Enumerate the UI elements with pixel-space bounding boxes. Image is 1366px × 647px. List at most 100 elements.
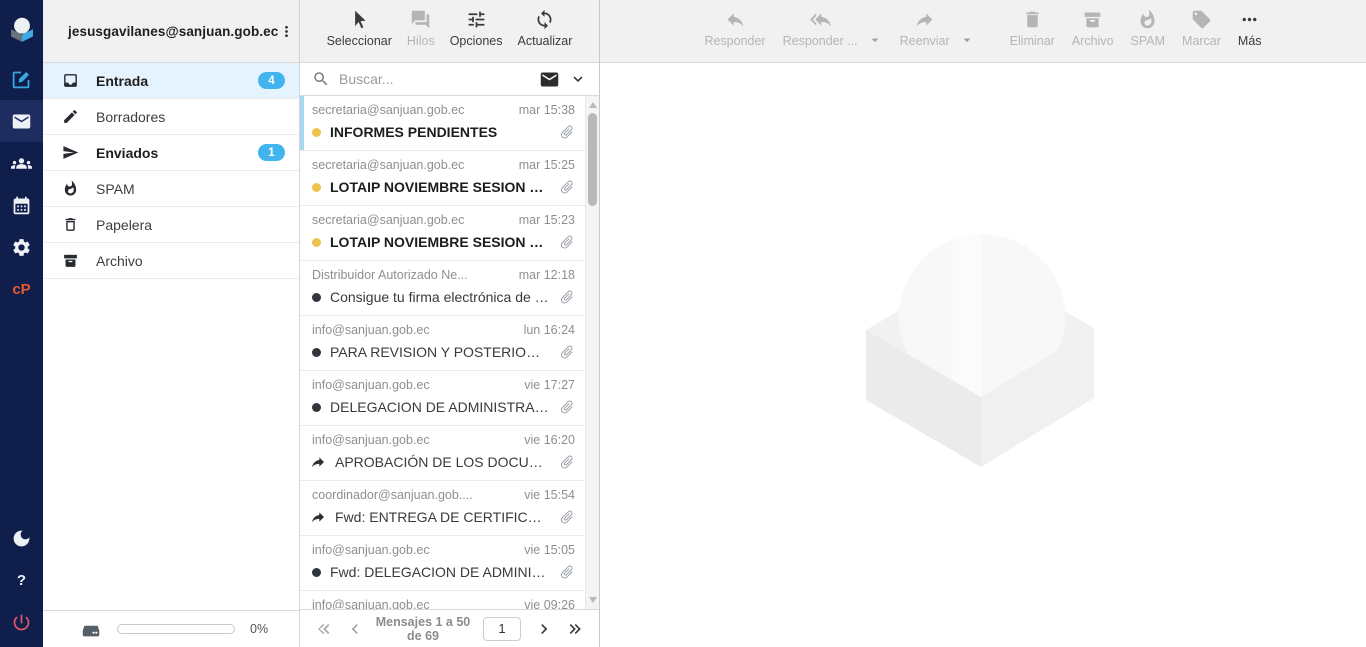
- read-dot-icon: [312, 568, 321, 577]
- folders-panel: jesusgavilanes@sanjuan.gob.ec Entrada4Bo…: [43, 0, 300, 647]
- search-icon: [312, 70, 330, 88]
- toolbar-button-m-s[interactable]: Más: [1238, 9, 1262, 48]
- compose-button[interactable]: [0, 58, 43, 100]
- message-sender: info@sanjuan.gob.ec: [312, 378, 430, 392]
- cpanel-button[interactable]: cP: [0, 268, 43, 310]
- unread-dot-icon: [312, 238, 321, 247]
- message-sender: info@sanjuan.gob.ec: [312, 598, 430, 609]
- settings-button[interactable]: [0, 226, 43, 268]
- folder-item-enviados[interactable]: Enviados1: [43, 135, 299, 171]
- calendar-icon: [11, 195, 32, 216]
- message-subject: INFORMES PENDIENTES: [330, 124, 550, 140]
- attachment-paperclip-icon: [556, 396, 579, 419]
- toolbar-caret-responder[interactable]: [867, 32, 883, 48]
- toolbar-button-label: Responder ...: [783, 34, 858, 48]
- toolbar-caret-reenviar[interactable]: [959, 32, 975, 48]
- folder-item-entrada[interactable]: Entrada4: [43, 63, 299, 99]
- unread-dot-icon: [312, 183, 321, 192]
- account-menu-button[interactable]: [278, 19, 295, 43]
- trash-icon: [62, 216, 79, 233]
- message-time: vie 09:26: [524, 598, 575, 609]
- unread-dot-icon: [312, 128, 321, 137]
- message-row[interactable]: Distribuidor Autorizado Ne...mar 12:18Co…: [300, 261, 585, 316]
- toolbar-button-responder[interactable]: Responder: [704, 9, 765, 48]
- message-row[interactable]: coordinador@sanjuan.gob....vie 15:54Fwd:…: [300, 481, 585, 536]
- scrollbar-down-arrow[interactable]: [589, 597, 597, 603]
- watermark-logo: [864, 230, 1096, 470]
- toolbar-button-marcar[interactable]: Marcar: [1182, 9, 1221, 48]
- folder-item-spam[interactable]: SPAM: [43, 171, 299, 207]
- toolbar-button-spam[interactable]: SPAM: [1131, 9, 1166, 48]
- forwarded-icon: [310, 454, 326, 470]
- message-row[interactable]: info@sanjuan.gob.eclun 16:24PARA REVISIO…: [300, 316, 585, 371]
- first-page-button[interactable]: [312, 617, 336, 641]
- toolbar-button-reenviar[interactable]: Reenviar: [900, 9, 950, 48]
- folder-label: Papelera: [96, 217, 285, 233]
- message-row[interactable]: secretaria@sanjuan.gob.ecmar 15:23LOTAIP…: [300, 206, 585, 261]
- dark-mode-button[interactable]: [0, 517, 43, 559]
- folder-item-archivo[interactable]: Archivo: [43, 243, 299, 279]
- reply-icon: [725, 9, 746, 30]
- message-time: lun 16:24: [524, 323, 575, 337]
- toolbar-button-eliminar[interactable]: Eliminar: [1010, 9, 1055, 48]
- message-subject: LOTAIP NOVIEMBRE SESION 061: [330, 234, 550, 250]
- message-subject: LOTAIP NOVIEMBRE SESION 062: [330, 179, 550, 195]
- account-email: jesusgavilanes@sanjuan.gob.ec: [68, 24, 278, 39]
- app-logo-button[interactable]: [0, 0, 43, 58]
- toolbar-button-label: Más: [1238, 34, 1262, 48]
- scrollbar: [585, 96, 599, 609]
- toolbar-button-responder[interactable]: Responder ...: [783, 9, 858, 48]
- toolbar-button-hilos[interactable]: Hilos: [407, 9, 435, 48]
- previous-page-button[interactable]: [343, 617, 367, 641]
- toolbar-button-archivo[interactable]: Archivo: [1072, 9, 1114, 48]
- calendar-button[interactable]: [0, 184, 43, 226]
- page-number-input[interactable]: [483, 617, 521, 641]
- next-page-button[interactable]: [532, 617, 556, 641]
- toolbar-button-label: Seleccionar: [327, 34, 392, 48]
- toolbar-button-actualizar[interactable]: Actualizar: [518, 9, 573, 48]
- message-row[interactable]: info@sanjuan.gob.ec vie 09:26: [300, 591, 585, 609]
- message-time: vie 16:20: [524, 433, 575, 447]
- scrollbar-up-arrow[interactable]: [589, 102, 597, 108]
- tag-icon: [1191, 9, 1212, 30]
- attachment-paperclip-icon: [556, 286, 579, 309]
- cursor-icon: [349, 9, 370, 30]
- message-sender: info@sanjuan.gob.ec: [312, 543, 430, 557]
- read-dot-icon: [312, 293, 321, 302]
- toolbar-button-label: Marcar: [1182, 34, 1221, 48]
- contacts-button[interactable]: [0, 142, 43, 184]
- pagination: Mensajes 1 a 50 de 69: [300, 609, 599, 647]
- message-row[interactable]: secretaria@sanjuan.gob.ec mar 15:25 LOTAIP…: [300, 151, 585, 206]
- dark-mode-icon: [11, 528, 32, 549]
- message-subject: PARA REVISION Y POSTERIOR PU...: [330, 344, 550, 360]
- search-source-envelope-icon[interactable]: [539, 69, 560, 90]
- nav-rail-bottom: ?: [0, 517, 43, 647]
- logout-button[interactable]: [0, 601, 43, 643]
- folder-item-borradores[interactable]: Borradores: [43, 99, 299, 135]
- message-row[interactable]: info@sanjuan.gob.ecvie 15:05Fwd: DELEGAC…: [300, 536, 585, 591]
- folder-item-papelera[interactable]: Papelera: [43, 207, 299, 243]
- search-input[interactable]: [339, 71, 530, 87]
- cpanel-icon: cP: [12, 281, 30, 298]
- message-list: secretaria@sanjuan.gob.ecmar 15:38INFORM…: [300, 96, 585, 609]
- toolbar-button-opciones[interactable]: Opciones: [450, 9, 503, 48]
- message-subject: Consigue tu firma electrónica de f...: [330, 289, 550, 305]
- reading-pane: Responder Responder ... Reenviar Eliminar Ar…: [600, 0, 1366, 647]
- mail-button[interactable]: [0, 100, 43, 142]
- toolbar-button-seleccionar[interactable]: Seleccionar: [327, 9, 392, 48]
- archive-icon: [1082, 9, 1103, 30]
- search-options-chevron-down-icon[interactable]: [569, 70, 587, 88]
- archive-icon: [62, 252, 79, 269]
- message-sender: secretaria@sanjuan.gob.ec: [312, 158, 464, 172]
- message-row[interactable]: info@sanjuan.gob.ecvie 16:20APROBACIÓN D…: [300, 426, 585, 481]
- logout-icon: [11, 612, 32, 633]
- message-time: mar 15:25: [519, 158, 575, 172]
- message-row[interactable]: secretaria@sanjuan.gob.ecmar 15:38INFORM…: [300, 96, 585, 151]
- reading-pane-body: [600, 63, 1366, 647]
- message-row[interactable]: info@sanjuan.gob.ecvie 17:27DELEGACION D…: [300, 371, 585, 426]
- send-icon: [62, 144, 79, 161]
- scrollbar-thumb[interactable]: [588, 113, 597, 206]
- last-page-button[interactable]: [563, 617, 587, 641]
- help-button[interactable]: ?: [0, 559, 43, 601]
- message-list-panel: Seleccionar Hilos Opciones Actualizar secre…: [300, 0, 600, 647]
